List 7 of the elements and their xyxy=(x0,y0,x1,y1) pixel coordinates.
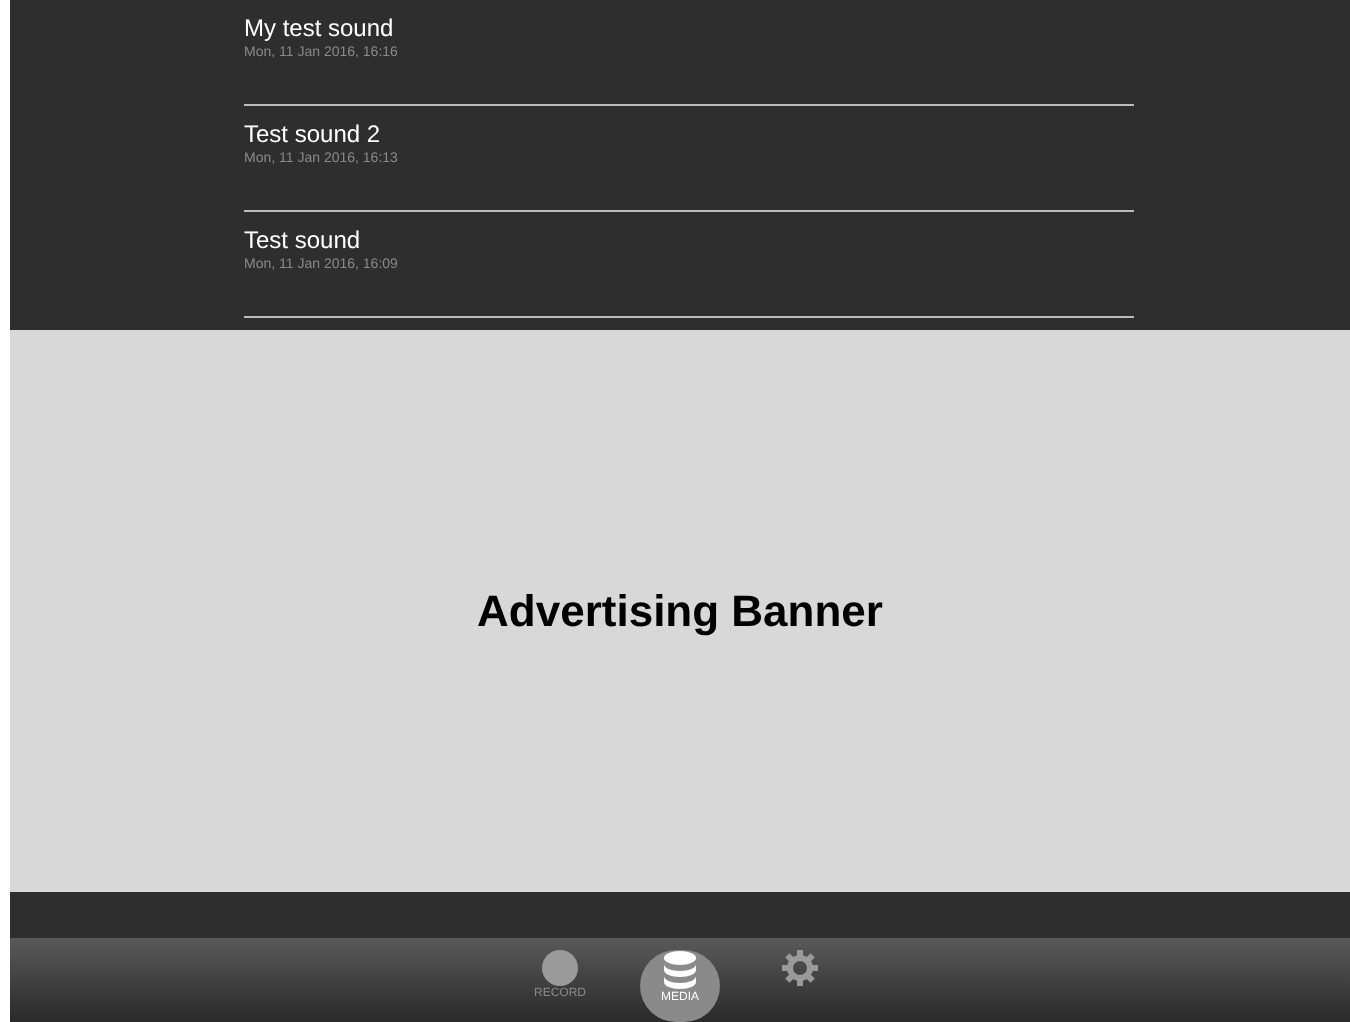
circle-icon xyxy=(542,950,578,986)
gear-icon xyxy=(782,950,818,986)
database-icon xyxy=(662,950,698,990)
banner-text: Advertising Banner xyxy=(477,584,883,641)
recording-title: Test sound xyxy=(244,226,361,256)
recording-title: Test sound 2 xyxy=(244,120,381,150)
recording-title: My test sound xyxy=(244,14,394,44)
